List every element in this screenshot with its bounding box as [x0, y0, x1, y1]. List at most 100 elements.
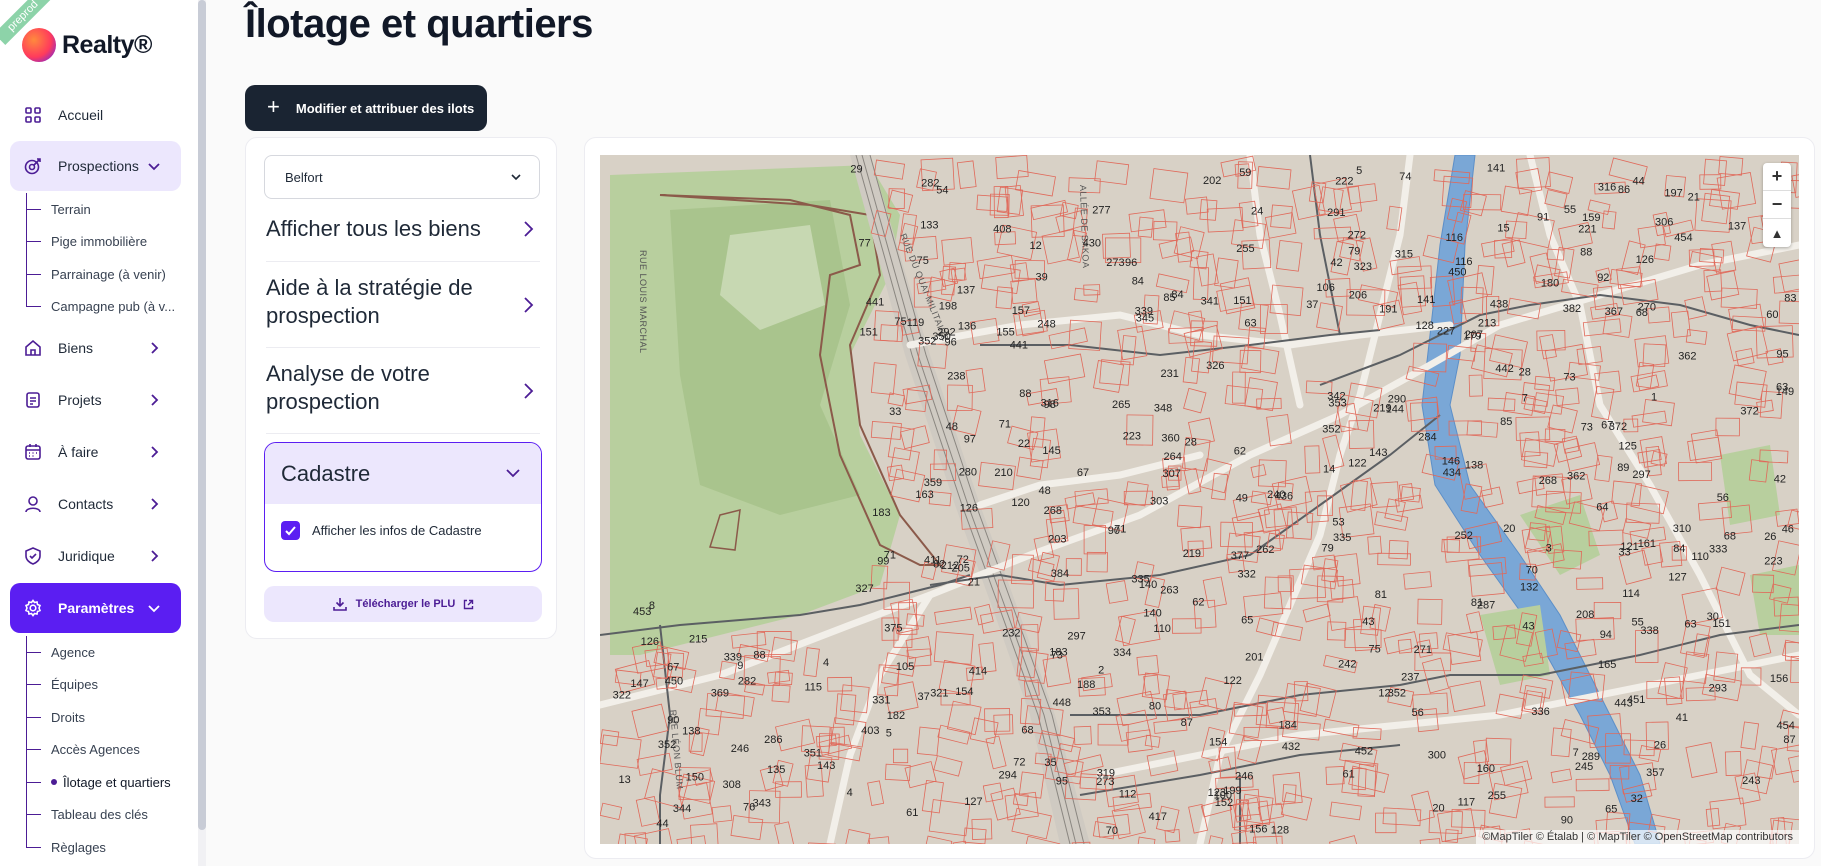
parcel-number: 341	[1201, 296, 1219, 308]
parcel-number: 353	[1328, 398, 1346, 410]
parcel-number: 197	[1664, 188, 1682, 200]
parcel-number: 159	[1582, 212, 1600, 224]
parcel-number: 297	[1067, 631, 1085, 643]
parcel-number: 333	[1709, 544, 1727, 556]
zoom-in-button[interactable]: +	[1763, 163, 1791, 191]
sidebar-subitem-tableau-cles[interactable]: Tableau des clés	[26, 798, 148, 830]
compass-button[interactable]: ▲	[1763, 219, 1791, 247]
chevron-right-icon	[151, 342, 159, 354]
parcel-number: 48	[1039, 485, 1051, 497]
parcel-number: 98	[1044, 399, 1056, 411]
parcel-number: 89	[1617, 462, 1629, 474]
sidebar-item-contacts[interactable]: Contacts	[10, 479, 181, 529]
sidebar-subitem-reglages[interactable]: Règlages	[26, 831, 106, 863]
parcel-number: 262	[1256, 544, 1274, 556]
prospection-strategy-row[interactable]: Aide à la stratégie de prospection	[266, 274, 506, 330]
parcel-number: 137	[957, 285, 975, 297]
subitem-label: Îlotage et quartiers	[63, 774, 171, 790]
sidebar-item-biens[interactable]: Biens	[10, 323, 181, 373]
parcel-number: 63	[1244, 318, 1256, 330]
parcel-number: 184	[1279, 720, 1297, 732]
cadastre-info-checkbox[interactable]	[281, 521, 300, 540]
parcel-number: 127	[1668, 572, 1686, 584]
sidebar-subitem-droits[interactable]: Droits	[26, 701, 85, 733]
parcel-number: 300	[1428, 750, 1446, 762]
download-plu-button[interactable]: Télécharger le PLU	[264, 586, 542, 622]
parcel-number: 46	[1782, 524, 1794, 536]
sidebar-item-accueil[interactable]: Accueil	[10, 90, 181, 140]
parcel-number: 432	[1282, 741, 1300, 753]
parcel-number: 372	[1740, 405, 1758, 417]
parcel-number: 81	[1375, 589, 1387, 601]
parcel-number: 339	[724, 652, 742, 664]
parcel-number: 4	[847, 787, 853, 799]
subitem-label: Agence	[51, 644, 96, 660]
sidebar-subitem-equipes[interactable]: Équipes	[26, 668, 98, 700]
parcel-number: 242	[1338, 658, 1356, 670]
prospection-analysis-row[interactable]: Analyse de votre prospection	[266, 360, 506, 416]
parcel-number: 227	[1437, 325, 1455, 337]
cadastre-map[interactable]: RUE DU QUAI MILITAIRE RUE LOUIS MARCHAL …	[600, 155, 1799, 844]
parcel-number: 2	[1098, 664, 1104, 676]
map-canvas[interactable]: RUE DU QUAI MILITAIRE RUE LOUIS MARCHAL …	[600, 155, 1799, 844]
parcel-number: 61	[906, 807, 918, 819]
parcel-number: 20	[1432, 803, 1444, 815]
parcel-number: 144	[1386, 404, 1404, 416]
cadastre-accordion: Cadastre Afficher les infos de Cadastre	[264, 442, 542, 572]
parcel-number: 39	[1036, 272, 1048, 284]
parcel-number: 265	[1112, 399, 1130, 411]
sidebar-item-label: Contacts	[58, 496, 114, 512]
parcel-number: 84	[1673, 543, 1685, 555]
modify-assign-islands-button[interactable]: + Modifier et attribuer des ilots	[245, 85, 487, 131]
parcel-number: 213	[1478, 317, 1496, 329]
parcel-number: 126	[641, 636, 659, 648]
sidebar-subitem-parrainage[interactable]: Parrainage (à venir)	[26, 258, 166, 290]
sidebar-subitem-terrain[interactable]: Terrain	[26, 193, 91, 225]
parcel-number: 441	[1010, 339, 1028, 351]
sidebar-item-projets[interactable]: Projets	[10, 375, 181, 425]
sidebar-subitem-campagne[interactable]: Campagne pub (à v...	[26, 290, 175, 322]
brand-logo[interactable]: Realty®	[22, 28, 152, 62]
parcel-number: 219	[1183, 548, 1201, 560]
parcel-number: 87	[1783, 734, 1795, 746]
parcel-number: 154	[1209, 737, 1227, 749]
sidebar-subitem-pige[interactable]: Pige immobilière	[26, 225, 147, 257]
parcel-number: 44	[656, 818, 668, 830]
city-select[interactable]: Belfort	[264, 155, 540, 199]
parcel-number: 33	[1619, 547, 1631, 559]
parcel-number: 352	[658, 739, 676, 751]
sidebar-subitem-acces-agences[interactable]: Accès Agences	[26, 733, 140, 765]
parcel-number: 430	[1083, 238, 1101, 250]
show-all-properties-row[interactable]: Afficher tous les biens	[266, 215, 540, 243]
map-attribution: ©MapTiler © Étalab | © MapTiler © OpenSt…	[1476, 830, 1799, 844]
cadastre-header[interactable]: Cadastre	[265, 443, 541, 504]
parcel-number: 353	[1093, 706, 1111, 718]
sidebar-item-juridique[interactable]: Juridique	[10, 531, 181, 581]
parcel-number: 88	[1580, 247, 1592, 259]
chevron-right-icon	[151, 550, 159, 562]
parcel-number: 338	[1640, 625, 1658, 637]
parcel-number: 284	[1418, 432, 1436, 444]
parcel-number: 127	[964, 796, 982, 808]
cadastre-info-option[interactable]: Afficher les infos de Cadastre	[281, 521, 482, 540]
parcel-number: 414	[969, 666, 987, 678]
parcel-number: 55	[1564, 204, 1576, 216]
sidebar-subitem-ilotage[interactable]: Îlotage et quartiers	[26, 766, 171, 798]
parcel-number: 79	[1322, 543, 1334, 555]
zoom-out-button[interactable]: −	[1763, 191, 1791, 219]
sidebar-scrollbar-thumb[interactable]	[198, 0, 206, 830]
parcel-number: 71	[884, 550, 896, 562]
parcel-number: 110	[1153, 623, 1171, 635]
parcel-number: 268	[1539, 475, 1557, 487]
sidebar-item-label: À faire	[58, 444, 99, 460]
sidebar-item-prospections[interactable]: Prospections	[10, 141, 181, 191]
sidebar-item-parametres[interactable]: Paramètres	[10, 583, 181, 633]
parcel-number: 448	[1053, 697, 1071, 709]
document-icon	[24, 391, 42, 409]
parcel-number: 33	[889, 406, 901, 418]
sidebar-item-a-faire[interactable]: À faire	[10, 427, 181, 477]
parcel-number: 21	[1688, 191, 1700, 203]
parcel-number: 289	[1582, 751, 1600, 763]
parcel-number: 151	[1712, 618, 1730, 630]
sidebar-subitem-agence[interactable]: Agence	[26, 636, 95, 668]
